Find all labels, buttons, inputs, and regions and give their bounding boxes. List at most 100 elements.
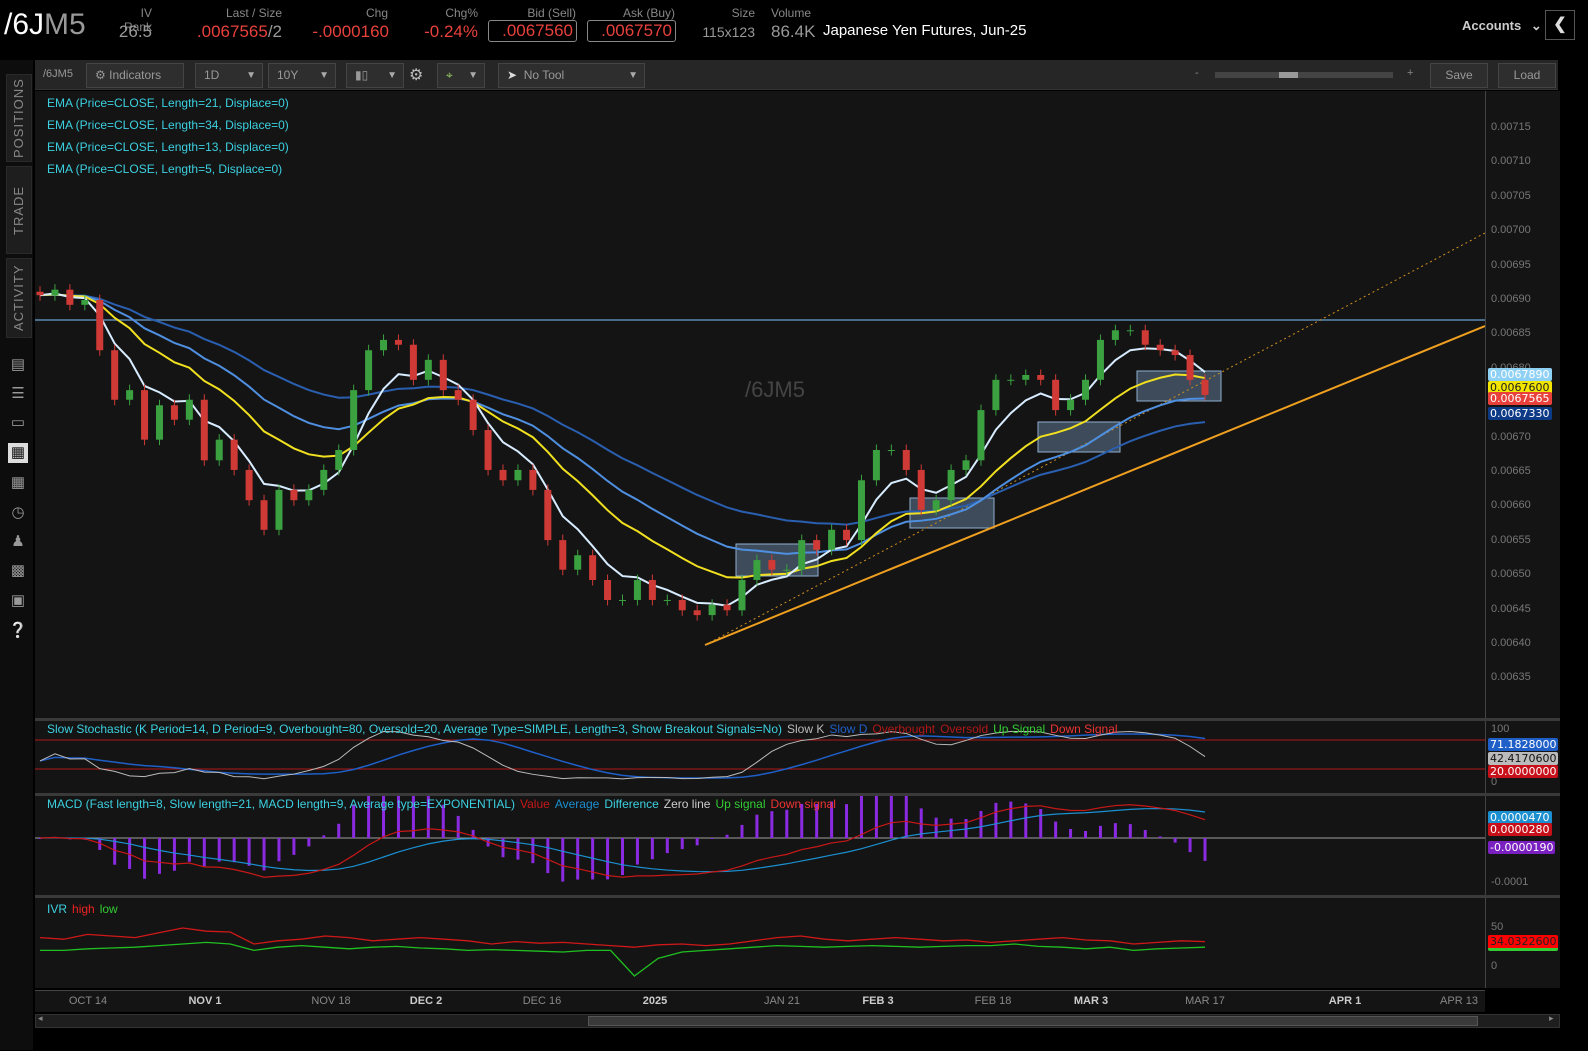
candle-body	[126, 390, 134, 400]
price-tick: 0.00635	[1491, 671, 1531, 684]
chart-type-select[interactable]: ▮▯ ▼	[346, 63, 404, 88]
help-icon[interactable]: ❔	[8, 621, 28, 641]
macd-legend: MACD (Fast length=8, Slow length=21, MAC…	[47, 797, 841, 811]
candle-body	[514, 469, 522, 481]
ivr-axis[interactable]: 50 34.0322600 0	[1485, 898, 1560, 988]
news-icon[interactable]: ▤	[8, 355, 28, 375]
clock-icon[interactable]: ◷	[8, 503, 28, 523]
macd-histogram-bar	[979, 810, 983, 838]
candle-body	[230, 439, 238, 470]
tab-activity[interactable]: ACTIVITY	[6, 258, 32, 338]
save-button[interactable]: Save	[1430, 63, 1488, 88]
macd-histogram-bar	[217, 838, 221, 862]
macd-histogram-bar	[262, 838, 266, 871]
candle-body	[155, 405, 163, 440]
ivr-value-label: 34.0322600	[1488, 935, 1559, 951]
candle-body	[275, 489, 283, 530]
stochastic-panel[interactable]: Slow Stochastic (K Period=14, D Period=9…	[35, 721, 1485, 793]
candle-body	[1201, 379, 1209, 395]
ema5-legend[interactable]: EMA (Price=CLOSE, Length=5, Displace=0)	[47, 158, 289, 180]
macd-histogram-bar	[725, 834, 729, 838]
list-icon[interactable]: ☰	[8, 384, 28, 404]
scroll-right-icon[interactable]: ▸	[1549, 1013, 1554, 1024]
price-value-label: 0.0067565	[1488, 392, 1552, 405]
candle-body	[872, 449, 880, 481]
time-tick: FEB 18	[974, 995, 1012, 1007]
legend-down-signal: Down Signal	[1050, 722, 1118, 736]
fx-icon[interactable]: ▣	[8, 591, 28, 611]
symbol-title[interactable]: /6JM5	[4, 8, 86, 42]
cursor-arrow-icon: ➤	[507, 68, 518, 82]
tab-positions[interactable]: POSITIONS	[6, 74, 32, 162]
scrollbar-thumb[interactable]	[588, 1016, 1478, 1026]
bid-button[interactable]: .0067560	[488, 20, 577, 42]
ema21-legend[interactable]: EMA (Price=CLOSE, Length=21, Displace=0)	[47, 92, 289, 114]
candle-body	[753, 560, 761, 581]
macd-panel[interactable]: MACD (Fast length=8, Slow length=21, MAC…	[35, 796, 1485, 895]
macd-axis[interactable]: 0.0000470 0.0000280 -0.0000190 -0.0001	[1485, 796, 1560, 895]
zoom-in-button[interactable]: +	[1407, 67, 1413, 79]
candle-body	[813, 540, 821, 550]
drawing-tool-select[interactable]: ➤ No Tool ▼	[498, 63, 645, 88]
community-icon[interactable]: ♟	[8, 532, 28, 552]
candle-body	[947, 469, 955, 501]
scroll-left-icon[interactable]: ◂	[38, 1013, 43, 1024]
uptrend-line[interactable]	[704, 325, 1485, 646]
ema13-legend[interactable]: EMA (Price=CLOSE, Length=13, Displace=0)	[47, 136, 289, 158]
candle-body	[1037, 374, 1045, 380]
macd-diff-label: -0.0000190	[1488, 841, 1556, 854]
price-tick: 0.00700	[1491, 224, 1531, 237]
price-chart[interactable]: /6JM5	[35, 91, 1485, 718]
zoom-slider-thumb[interactable]	[1279, 72, 1298, 78]
candle-body	[604, 580, 612, 600]
macd-histogram-bar	[232, 838, 236, 863]
calendar-icon[interactable]: ▩	[8, 561, 28, 581]
timeframe-select[interactable]: 10Y ▼	[268, 63, 336, 88]
indicators-button[interactable]: ⚙ Indicators	[86, 63, 184, 88]
chg-value: -.0000160	[312, 22, 389, 41]
load-button[interactable]: Load	[1498, 63, 1556, 88]
ivr-panel[interactable]: IVR high low	[35, 898, 1485, 988]
settings-gear-icon[interactable]: ⚙	[409, 65, 423, 85]
tab-trade[interactable]: TRADE	[6, 166, 32, 254]
price-axis[interactable]: 0.00715 0.00710 0.00705 0.00700 0.00695 0.006…	[1485, 91, 1560, 718]
stochastic-title: Slow Stochastic (K Period=14, D Period=9…	[47, 722, 782, 736]
instrument-description: Japanese Yen Futures, Jun-25	[823, 22, 1027, 39]
price-chart-panel[interactable]: /6JM5 EMA (Price=CLOSE, Length=21, Displ…	[35, 91, 1485, 718]
macd-histogram-bar	[740, 824, 744, 838]
zoom-slider[interactable]	[1215, 72, 1393, 78]
dropdown-arrow-icon: ▼	[468, 70, 478, 81]
drawing-style-select[interactable]: ⌖ ▼	[437, 63, 485, 88]
macd-histogram-bar	[516, 838, 520, 860]
chgpct-label: Chg%	[445, 6, 478, 20]
horizontal-scrollbar[interactable]: ◂ ▸	[35, 1013, 1560, 1028]
collapse-panel-button[interactable]: ❮	[1545, 10, 1575, 40]
candle-body	[1052, 379, 1060, 411]
price-value-label: 0.0067330	[1488, 407, 1552, 420]
dropdown-arrow-icon: ▼	[628, 70, 638, 81]
candle-body	[215, 439, 223, 461]
accounts-menu[interactable]: Accounts ⌄	[1462, 18, 1542, 34]
candle-body	[1186, 355, 1194, 380]
stochastic-axis[interactable]: 100 71.1828000 42.4170600 20.0000000 0	[1485, 721, 1560, 793]
time-axis[interactable]	[35, 990, 1485, 1012]
aggregation-select[interactable]: 1D ▼	[195, 63, 263, 88]
candlestick-icon: ▮▯	[355, 68, 369, 82]
chart-icon[interactable]: ▦	[8, 443, 28, 463]
price-value-label: 0.0067890	[1488, 368, 1552, 381]
candle-body	[81, 300, 89, 305]
candle-body	[1096, 339, 1104, 380]
consolidation-box[interactable]	[735, 543, 819, 577]
macd-histogram-bar	[680, 838, 684, 850]
timeframe-value: 10Y	[277, 68, 299, 82]
ema34-legend[interactable]: EMA (Price=CLOSE, Length=34, Displace=0)	[47, 114, 289, 136]
price-tick: 0.00715	[1491, 121, 1531, 133]
candle-body	[380, 339, 388, 351]
grid-icon[interactable]: ▦	[8, 473, 28, 493]
ask-button[interactable]: .0067570	[587, 20, 676, 42]
tv-icon[interactable]: ▭	[8, 413, 28, 433]
zoom-out-button[interactable]: -	[1195, 67, 1199, 79]
macd-histogram-bar	[202, 838, 206, 867]
time-tick: JAN 21	[763, 995, 801, 1007]
chart-symbol: /6JM5	[43, 68, 73, 80]
